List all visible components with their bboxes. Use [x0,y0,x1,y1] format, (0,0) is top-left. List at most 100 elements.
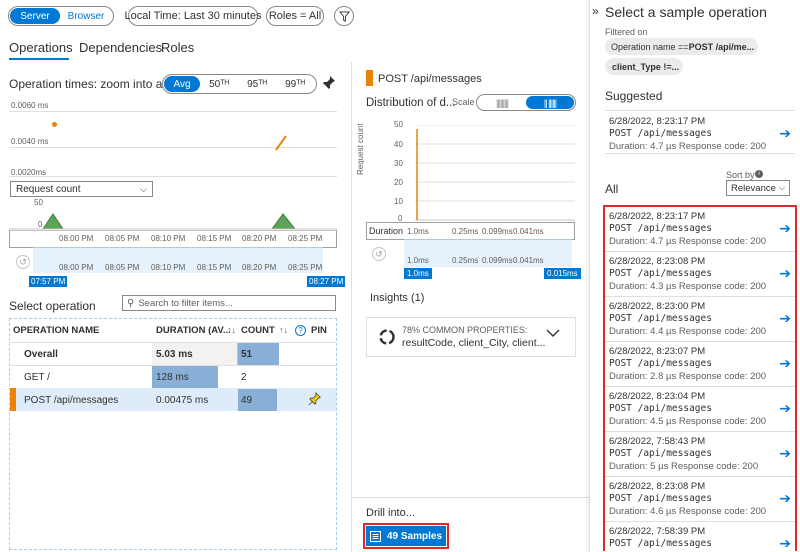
sort-value: Relevance [731,182,776,194]
row-duration: 5.03 ms [156,349,193,360]
suggested-card[interactable]: 6/28/2022, 8:23:17 PM POST /api/messages… [605,110,795,154]
drill-into-label: Drill into... [366,507,415,519]
tab-dependencies[interactable]: Dependencies [79,40,162,55]
filter-chip-client-type[interactable]: client_Type !=... [605,58,683,75]
dur-tick: 0.099ms [482,227,513,236]
samples-button[interactable]: 49 Samples [366,526,446,546]
pin-chart-button[interactable] [322,75,336,94]
row-count: 51 [241,349,253,360]
scale-log-option[interactable]: || |||||| [526,96,574,109]
dist-y-labels: 50 40 30 20 10 0 [392,120,416,230]
scale-toggle[interactable]: ||||||||| || |||||| [476,94,576,111]
row-name: Overall [24,349,58,360]
p99-option[interactable]: 99ᵀᴴ [276,79,314,90]
y-tick-label: 30 [394,159,403,168]
arrow-right-icon[interactable]: ➔ [779,445,791,462]
dur-range-end[interactable]: 0.015ms [544,268,581,279]
row-count: 49 [241,395,253,406]
selection-marker [10,388,16,411]
sort-dropdown[interactable]: Relevance ⌵ [726,180,790,196]
filter-chip-operation[interactable]: Operation name == POST /api/me... [605,38,758,55]
x-tick-label: 08:00 PM [59,234,94,243]
collapse-pane-button[interactable]: » [592,4,599,18]
sample-operation: POST /api/messages [609,313,712,324]
arrow-right-icon[interactable]: ➔ [779,490,791,507]
sample-list-item[interactable]: 6/28/2022, 8:23:04 PM POST /api/messages D… [605,387,795,432]
sample-operation: POST /api/messages [609,268,712,279]
col-header-name[interactable]: OPERATION NAME [13,325,99,336]
arrow-right-icon[interactable]: ➔ [779,400,791,417]
operation-search-input[interactable]: ⚲ Search to filter items... [122,295,336,311]
data-line [275,135,287,151]
sample-time: 6/28/2022, 8:23:17 PM [609,116,706,127]
filter-chip-value: POST /api/me... [688,41,755,52]
chevron-down-icon: ⌵ [778,183,785,192]
sample-duration: Duration: 4.7 µs Response code: 200 [609,236,767,247]
sample-time: 6/28/2022, 8:23:07 PM [609,346,706,357]
roles-button[interactable]: Roles = All [266,6,324,26]
insights-title: Insights (1) [370,292,425,304]
sample-list-item[interactable]: 6/28/2022, 8:23:08 PM POST /api/messages D… [605,477,795,522]
sample-operation: POST /api/messages [609,538,712,549]
sample-time: 6/28/2022, 7:58:43 PM [609,436,706,447]
sample-list-item[interactable]: 6/28/2022, 8:23:00 PM POST /api/messages D… [605,297,795,342]
arrow-right-icon[interactable]: ➔ [779,220,791,237]
col-header-count[interactable]: COUNT [241,325,275,336]
tab-active-underline [9,58,69,60]
pin-icon [322,76,335,90]
scale-linear-option[interactable]: ||||||||| [478,98,526,108]
local-time-button[interactable]: Local Time: Last 30 minutes [125,6,261,26]
pin-row-button[interactable] [308,392,322,409]
arrow-right-icon[interactable]: ➔ [779,310,791,327]
sort-by-label: Sort by [726,170,755,180]
range-start-label[interactable]: 07:57 PM [29,276,68,287]
search-placeholder: Search to filter items... [138,297,233,309]
reset-zoom-button[interactable]: ↺ [372,247,386,261]
browser-toggle[interactable]: Browser [60,11,112,22]
metric-dropdown[interactable]: Request count ⌵ [10,181,153,197]
sample-list-item[interactable]: 6/28/2022, 8:23:17 PM POST /api/messages D… [605,207,795,252]
sort-icon[interactable]: ↑↓ [227,325,236,335]
tab-operations[interactable]: Operations [9,40,73,55]
search-icon: ⚲ [127,297,135,309]
arrow-right-icon[interactable]: ➔ [779,535,791,551]
arrow-right-icon[interactable]: ➔ [779,125,791,142]
sample-list-item[interactable]: 6/28/2022, 7:58:39 PM POST /api/messages ➔ [605,522,795,551]
x-labels-top: 08:00 PM 08:05 PM 08:10 PM 08:15 PM 08:2… [9,234,337,246]
row-name: POST /api/messages [24,395,119,406]
col-header-duration[interactable]: DURATION (AV... [156,325,231,336]
x-tick-label: 08:20 PM [242,263,277,272]
sample-list-item[interactable]: 6/28/2022, 7:58:43 PM POST /api/messages D… [605,432,795,477]
reset-zoom-button[interactable]: ↺ [16,255,30,269]
sample-list-item[interactable]: 6/28/2022, 8:23:08 PM POST /api/messages D… [605,252,795,297]
duration-label: Duration [369,226,404,236]
x-tick-label: 08:15 PM [197,234,232,243]
sample-time: 6/28/2022, 8:23:04 PM [609,391,706,402]
percentile-selector: Avg 50ᵀᴴ 95ᵀᴴ 99ᵀᴴ [162,74,317,94]
y-tick-label: 40 [394,140,403,149]
all-title: All [605,182,619,196]
avg-option[interactable]: Avg [164,76,200,92]
sample-list-item[interactable]: 6/28/2022, 8:23:07 PM POST /api/messages D… [605,342,795,387]
selected-operation-name: POST /api/messages [378,73,482,85]
server-toggle[interactable]: Server [10,8,60,24]
dur-tick: 0.099ms [482,256,513,265]
y-tick-label: 10 [394,197,403,206]
p50-option[interactable]: 50ᵀᴴ [200,79,238,90]
tab-roles[interactable]: Roles [161,40,194,55]
grid-line [9,111,337,112]
insight-donut-icon [379,329,395,345]
y-axis-title: Request count [356,123,365,175]
arrow-right-icon[interactable]: ➔ [779,355,791,372]
sort-icon[interactable]: ↑↓ [279,325,288,335]
dur-tick: 0.041ms [513,256,544,265]
help-icon[interactable]: ? [295,325,306,336]
filter-button[interactable] [334,6,354,26]
p95-option[interactable]: 95ᵀᴴ [238,79,276,90]
arrow-right-icon[interactable]: ➔ [779,265,791,282]
row-duration: 0.00475 ms [156,395,209,406]
range-end-label[interactable]: 08:27 PM [307,276,346,287]
chevron-down-icon[interactable] [546,328,560,341]
dur-range-start[interactable]: 1.0ms [404,268,432,279]
x-tick-label: 08:00 PM [59,263,94,272]
